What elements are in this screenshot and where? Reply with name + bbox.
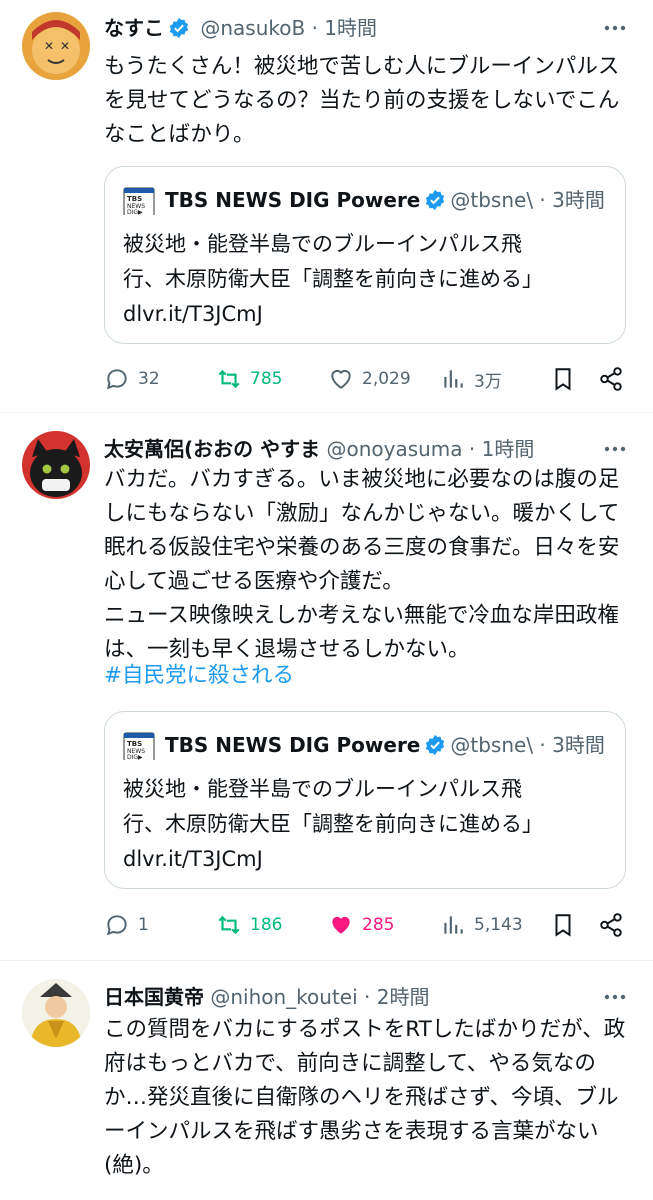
tweet-text: バカだ。バカすぎる。いま被災地に必要なのは腹の足しにもならない「激励」なんかじゃ…: [104, 467, 620, 662]
quoted-text-line: 行、木原防衛大臣「調整を前向きに進める」: [123, 812, 543, 836]
like-count: 2,029: [362, 369, 411, 389]
tweet[interactable]: 太安萬侶(おおの やすま @onoyasuma · 1時間 バカだ。バカすぎる。…: [0, 413, 653, 960]
svg-text:TBS: TBS: [127, 740, 142, 748]
bookmark-button[interactable]: [550, 362, 584, 396]
verified-badge-icon: [424, 734, 446, 756]
reply-icon: [106, 915, 127, 936]
author-handle[interactable]: @nasukoB: [200, 16, 305, 40]
quoted-link[interactable]: dlvr.it/T3JCmJ: [123, 842, 593, 877]
views-count: 3万: [474, 371, 502, 392]
author-name[interactable]: なすこ: [104, 16, 164, 40]
svg-text:DIG▶: DIG▶: [127, 754, 143, 761]
heart-filled-icon: [332, 916, 350, 934]
author-name[interactable]: 日本国黄帝: [104, 985, 204, 1009]
verified-badge-icon: [168, 14, 190, 39]
timestamp[interactable]: 1時間: [324, 16, 377, 40]
share-icon: [600, 367, 622, 391]
author-name[interactable]: 太安萬侶(おおの やすま: [104, 437, 320, 461]
retweet-icon: [218, 369, 240, 389]
tweet-text: この質問をバカにするポストをRTしたばかりだが、政府はもっとバカで、前向きに調整…: [104, 1017, 626, 1178]
retweet-count: 785: [250, 369, 283, 389]
quoted-link[interactable]: dlvr.it/T3JCmJ: [123, 297, 593, 332]
retweet-icon: [218, 915, 240, 935]
quoted-author-handle: @tbsne\: [450, 188, 534, 212]
like-button[interactable]: 285: [328, 908, 394, 942]
more-options-icon[interactable]: [601, 435, 629, 463]
tbs-logo-icon: TBS NEWS DIG▶: [123, 732, 155, 761]
action-bar: 32 785 2,029 3万: [104, 362, 634, 396]
separator-dot: ·: [539, 188, 546, 212]
more-options-icon[interactable]: [601, 983, 629, 1011]
views-count: 5,143: [474, 915, 523, 935]
tweet[interactable]: 日本国黄帝 @nihon_koutei · 2時間 この質問をバカにするポストを…: [0, 961, 653, 1200]
avatar[interactable]: [22, 979, 90, 1047]
share-button[interactable]: [598, 908, 632, 942]
quoted-timestamp: 3時間: [552, 188, 605, 212]
hashtag-link[interactable]: #自民党に殺される: [104, 659, 634, 693]
heart-icon: [331, 369, 351, 389]
reply-button[interactable]: 1: [104, 908, 149, 942]
verified-badge-icon: [424, 189, 446, 211]
views-icon: [444, 916, 463, 934]
reply-count: 1: [138, 915, 149, 935]
svg-text:DIG▶: DIG▶: [127, 209, 143, 216]
share-icon: [600, 913, 622, 937]
tbs-logo-icon: TBS NEWS DIG▶: [123, 187, 155, 216]
quoted-tweet[interactable]: TBS NEWS DIG▶ TBS NEWS DIG Powere @tbsne\ ·…: [104, 166, 626, 344]
retweet-button[interactable]: 186: [216, 908, 282, 942]
quoted-text-line: 被災地・能登半島でのブルーインパルス飛: [123, 232, 522, 256]
author-handle[interactable]: @nihon_koutei: [210, 985, 357, 1009]
tweet[interactable]: ✕ ✕ なすこ @nasukoB · 1時間 もうたくさん！被災地で苦しむ人にブル…: [0, 0, 653, 412]
quoted-author-handle: @tbsne\: [450, 733, 534, 757]
svg-text:TBS: TBS: [127, 195, 142, 203]
svg-text:✕: ✕: [60, 39, 70, 53]
reply-count: 32: [138, 369, 160, 389]
avatar[interactable]: [22, 431, 90, 499]
quoted-text-line: 被災地・能登半島でのブルーインパルス飛: [123, 777, 522, 801]
reply-button[interactable]: 32: [104, 362, 160, 396]
quoted-timestamp: 3時間: [552, 733, 605, 757]
more-options-icon[interactable]: [601, 14, 629, 42]
views-icon: [444, 370, 463, 388]
like-button[interactable]: 2,029: [328, 362, 411, 396]
quoted-author-name: TBS NEWS DIG Powere: [165, 188, 421, 212]
author-handle[interactable]: @onoyasuma: [326, 437, 462, 461]
retweet-button[interactable]: 785: [216, 362, 282, 396]
action-bar: 1 186 285 5,143: [104, 908, 634, 942]
separator-dot: ·: [364, 985, 371, 1009]
share-button[interactable]: [598, 362, 632, 396]
timestamp[interactable]: 1時間: [482, 437, 535, 461]
svg-text:✕: ✕: [44, 39, 54, 53]
views-button[interactable]: 3万: [440, 362, 502, 396]
timestamp[interactable]: 2時間: [377, 985, 430, 1009]
bookmark-button[interactable]: [550, 908, 584, 942]
quoted-tweet[interactable]: TBS NEWS DIG▶ TBS NEWS DIG Powere @tbsne\ ·…: [104, 711, 626, 889]
separator-dot: ·: [468, 437, 476, 461]
quoted-text-line: 行、木原防衛大臣「調整を前向きに進める」: [123, 267, 543, 291]
separator-dot: ·: [539, 733, 546, 757]
tweet-text: もうたくさん！被災地で苦しむ人にブルーインパルスを見せてどうなるの？当たり前の支…: [104, 54, 620, 147]
quoted-author-name: TBS NEWS DIG Powere: [165, 733, 421, 757]
reply-icon: [106, 369, 127, 390]
retweet-count: 186: [250, 915, 283, 935]
bookmark-icon: [555, 914, 571, 937]
separator-dot: ·: [311, 16, 318, 40]
like-count: 285: [362, 915, 395, 935]
views-button[interactable]: 5,143: [440, 908, 523, 942]
bookmark-icon: [555, 368, 571, 391]
avatar[interactable]: ✕ ✕: [22, 12, 90, 80]
